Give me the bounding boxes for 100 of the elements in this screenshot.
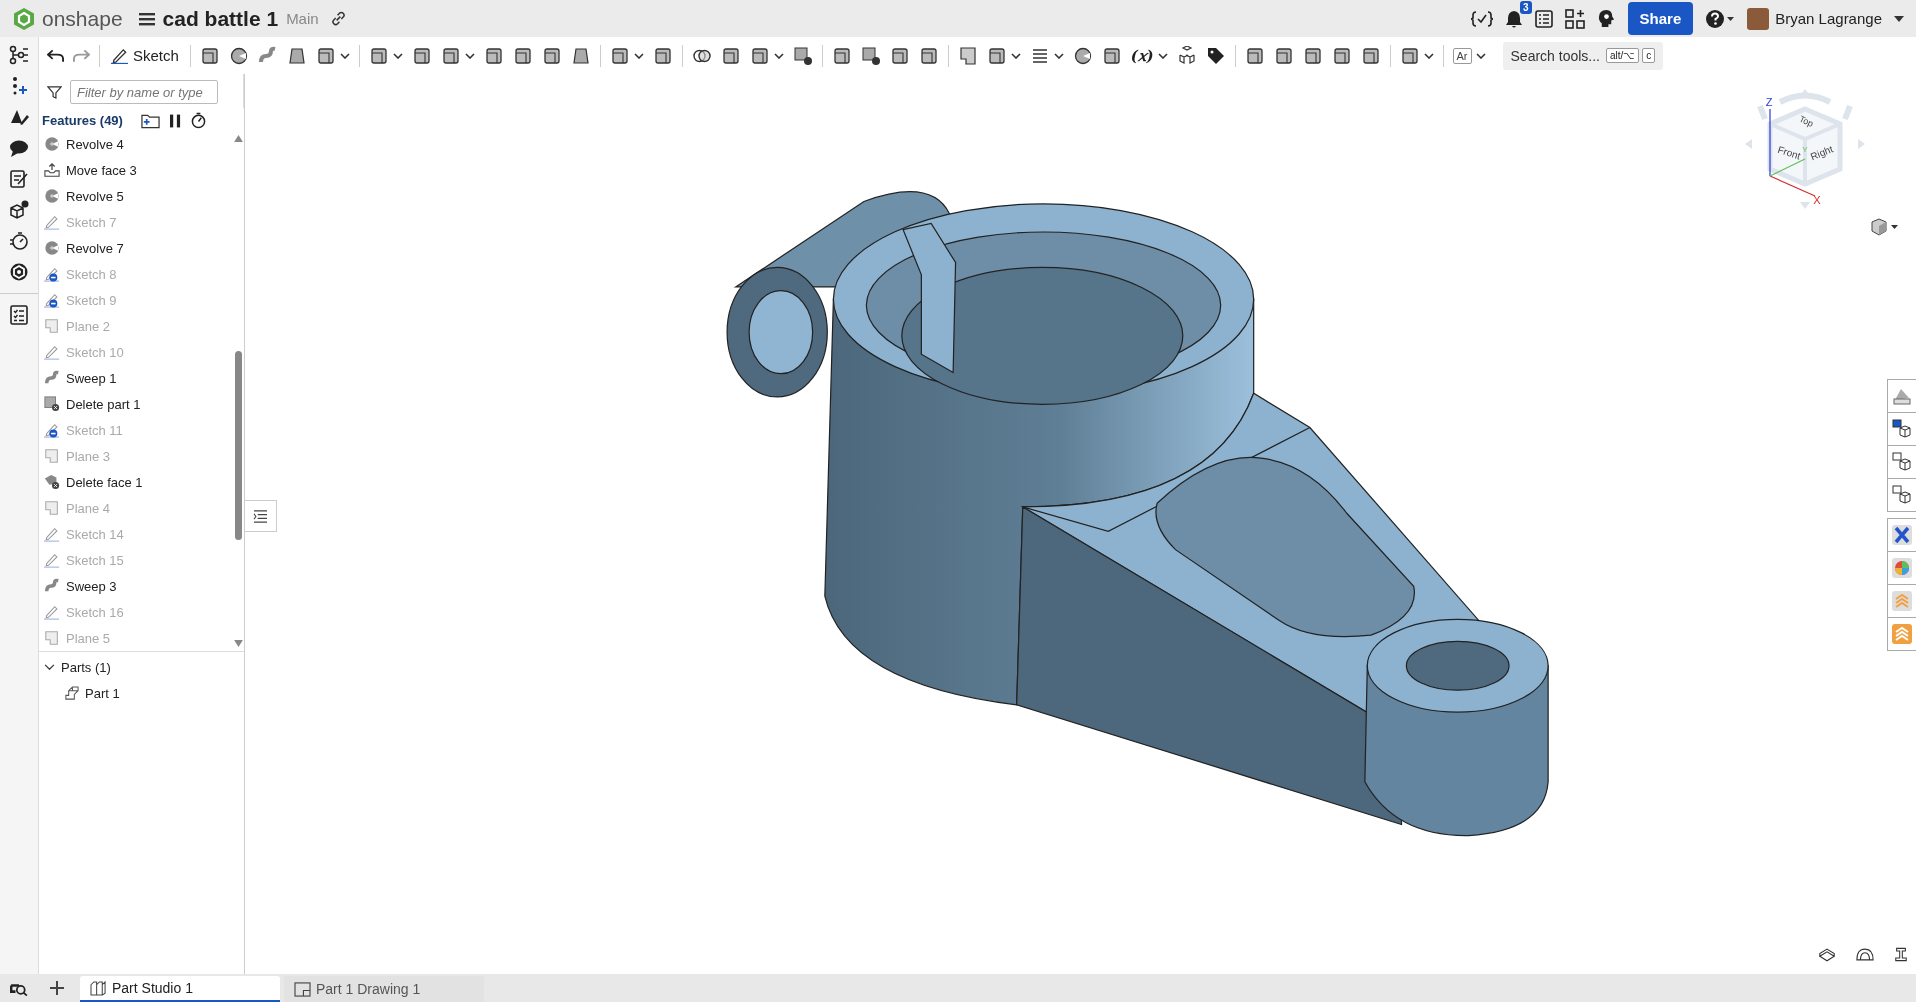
- cube-view-icon[interactable]: [1870, 218, 1900, 236]
- tool-icon[interactable]: [831, 45, 852, 66]
- tool-icon[interactable]: [1273, 45, 1294, 66]
- view-face-label[interactable]: Right: [1808, 143, 1835, 163]
- feature-tree-icon[interactable]: [9, 45, 29, 65]
- tool-icon[interactable]: [411, 45, 432, 66]
- revolve-icon: [44, 188, 60, 204]
- link-icon[interactable]: [330, 11, 346, 26]
- feature-item[interactable]: Revolve 5: [39, 183, 232, 209]
- undo-icon[interactable]: [47, 48, 64, 63]
- measure-icon[interactable]: [1894, 947, 1908, 962]
- tool-icon[interactable]: [228, 45, 249, 66]
- tool-icon[interactable]: [986, 45, 1007, 66]
- learning-head-icon[interactable]: [1596, 9, 1616, 28]
- tool-icon[interactable]: [440, 45, 461, 66]
- dropdown-caret-icon[interactable]: [1475, 52, 1486, 59]
- add-app-icon[interactable]: [1564, 8, 1585, 29]
- tool-icon[interactable]: [1072, 45, 1093, 66]
- tool-icon[interactable]: [1244, 45, 1265, 66]
- menu-icon[interactable]: [138, 11, 155, 26]
- parts-heading[interactable]: Parts (1): [39, 654, 244, 680]
- pause-icon[interactable]: [169, 113, 181, 128]
- user-avatar[interactable]: [1747, 7, 1770, 30]
- scroll-up-icon[interactable]: [233, 135, 243, 142]
- filter-field[interactable]: Filter by name or type: [70, 80, 218, 104]
- list-toggle-button[interactable]: [245, 500, 277, 532]
- tool-icon[interactable]: [286, 45, 307, 66]
- tool-icon[interactable]: [1331, 45, 1352, 66]
- search-icon[interactable]: [10, 982, 28, 996]
- feature-item[interactable]: Sweep 1: [39, 365, 232, 391]
- text-style-button[interactable]: Ar: [1452, 47, 1472, 64]
- caret-icon[interactable]: [1894, 15, 1904, 22]
- dropdown-caret-icon[interactable]: [773, 52, 784, 59]
- notification-bell-icon[interactable]: [1504, 8, 1523, 29]
- tool-icon[interactable]: [1399, 45, 1420, 66]
- dropdown-caret-icon[interactable]: [392, 52, 403, 59]
- scrollbar-thumb[interactable]: [234, 351, 242, 541]
- tool-icon[interactable]: [1302, 45, 1323, 66]
- redo-icon[interactable]: [73, 48, 90, 63]
- view-face-label[interactable]: Front: [1776, 143, 1802, 162]
- dropdown-caret-icon[interactable]: [1010, 52, 1021, 59]
- tool-icon[interactable]: [792, 45, 813, 66]
- tool-icon[interactable]: [720, 45, 741, 66]
- stopwatch-icon[interactable]: [190, 112, 206, 129]
- code-check-icon[interactable]: [1470, 9, 1493, 28]
- tool-icon[interactable]: [652, 45, 673, 66]
- document-title[interactable]: cad battle 1: [162, 6, 279, 31]
- share-button[interactable]: Share: [1627, 2, 1694, 35]
- dome-icon[interactable]: [1856, 947, 1874, 962]
- feature-item[interactable]: Move face 3: [39, 157, 232, 183]
- checklist-icon[interactable]: [1534, 9, 1553, 28]
- sketch-button[interactable]: Sketch: [109, 47, 181, 64]
- dropdown-caret-icon[interactable]: [633, 52, 644, 59]
- tool-icon[interactable]: [860, 45, 881, 66]
- tool-icon[interactable]: [512, 45, 533, 66]
- tool-icon[interactable]: [609, 45, 630, 66]
- tool-icon[interactable]: [889, 45, 910, 66]
- document-tab[interactable]: Part 1 Drawing 1: [284, 976, 484, 1002]
- tool-icon[interactable]: [1205, 45, 1226, 66]
- dropdown-caret-icon[interactable]: [1423, 52, 1434, 59]
- dropdown-caret-icon[interactable]: [1053, 52, 1064, 59]
- pencil-icon: [111, 47, 128, 64]
- tool-icon[interactable]: [315, 45, 336, 66]
- help-icon[interactable]: [1705, 8, 1736, 29]
- tool-icon[interactable]: [368, 45, 389, 66]
- part-item[interactable]: Part 1: [39, 680, 244, 706]
- tool-icon[interactable]: [570, 45, 591, 66]
- section-view-icon[interactable]: [1818, 947, 1836, 962]
- dropdown-caret-icon[interactable]: [464, 52, 475, 59]
- stopwatch-icon[interactable]: [9, 231, 29, 251]
- filter-icon[interactable]: [47, 84, 62, 100]
- feature-item[interactable]: Sweep 3: [39, 573, 232, 599]
- tool-icon[interactable]: [1360, 45, 1381, 66]
- tool-icon[interactable]: [749, 45, 770, 66]
- tool-icon[interactable]: [199, 45, 220, 66]
- inspect-icon[interactable]: [9, 262, 29, 282]
- tool-icon[interactable]: [918, 45, 939, 66]
- tool-icon[interactable]: [1176, 45, 1197, 66]
- user-name[interactable]: Bryan Lagrange: [1775, 10, 1882, 27]
- dropdown-caret-icon[interactable]: [339, 52, 350, 59]
- document-tab[interactable]: Part Studio 1: [80, 976, 280, 1002]
- comment-icon[interactable]: [9, 138, 29, 158]
- scroll-down-icon[interactable]: [233, 640, 243, 647]
- variable-tool-button[interactable]: (𝑥): [1130, 46, 1154, 65]
- notes-icon[interactable]: [9, 169, 29, 189]
- feature-item[interactable]: Delete part 1: [39, 391, 232, 417]
- tool-icon[interactable]: [1101, 45, 1122, 66]
- onshape-logo-icon[interactable]: [12, 6, 36, 31]
- add-folder-icon[interactable]: [140, 112, 160, 129]
- dropdown-caret-icon[interactable]: [1157, 52, 1168, 59]
- feature-item[interactable]: Revolve 4: [39, 131, 232, 157]
- search-tools-field[interactable]: Search tools... alt/⌥ c: [1502, 41, 1664, 70]
- view-cube-drawing[interactable]: [1745, 89, 1865, 209]
- feature-item[interactable]: Revolve 7: [39, 235, 232, 261]
- checklist-icon[interactable]: [9, 305, 29, 325]
- view-face-label[interactable]: Top: [1797, 113, 1815, 129]
- feature-item[interactable]: Delete face 1: [39, 469, 232, 495]
- add-tab-icon[interactable]: [50, 981, 64, 995]
- tool-icon[interactable]: [483, 45, 504, 66]
- tool-icon[interactable]: [541, 45, 562, 66]
